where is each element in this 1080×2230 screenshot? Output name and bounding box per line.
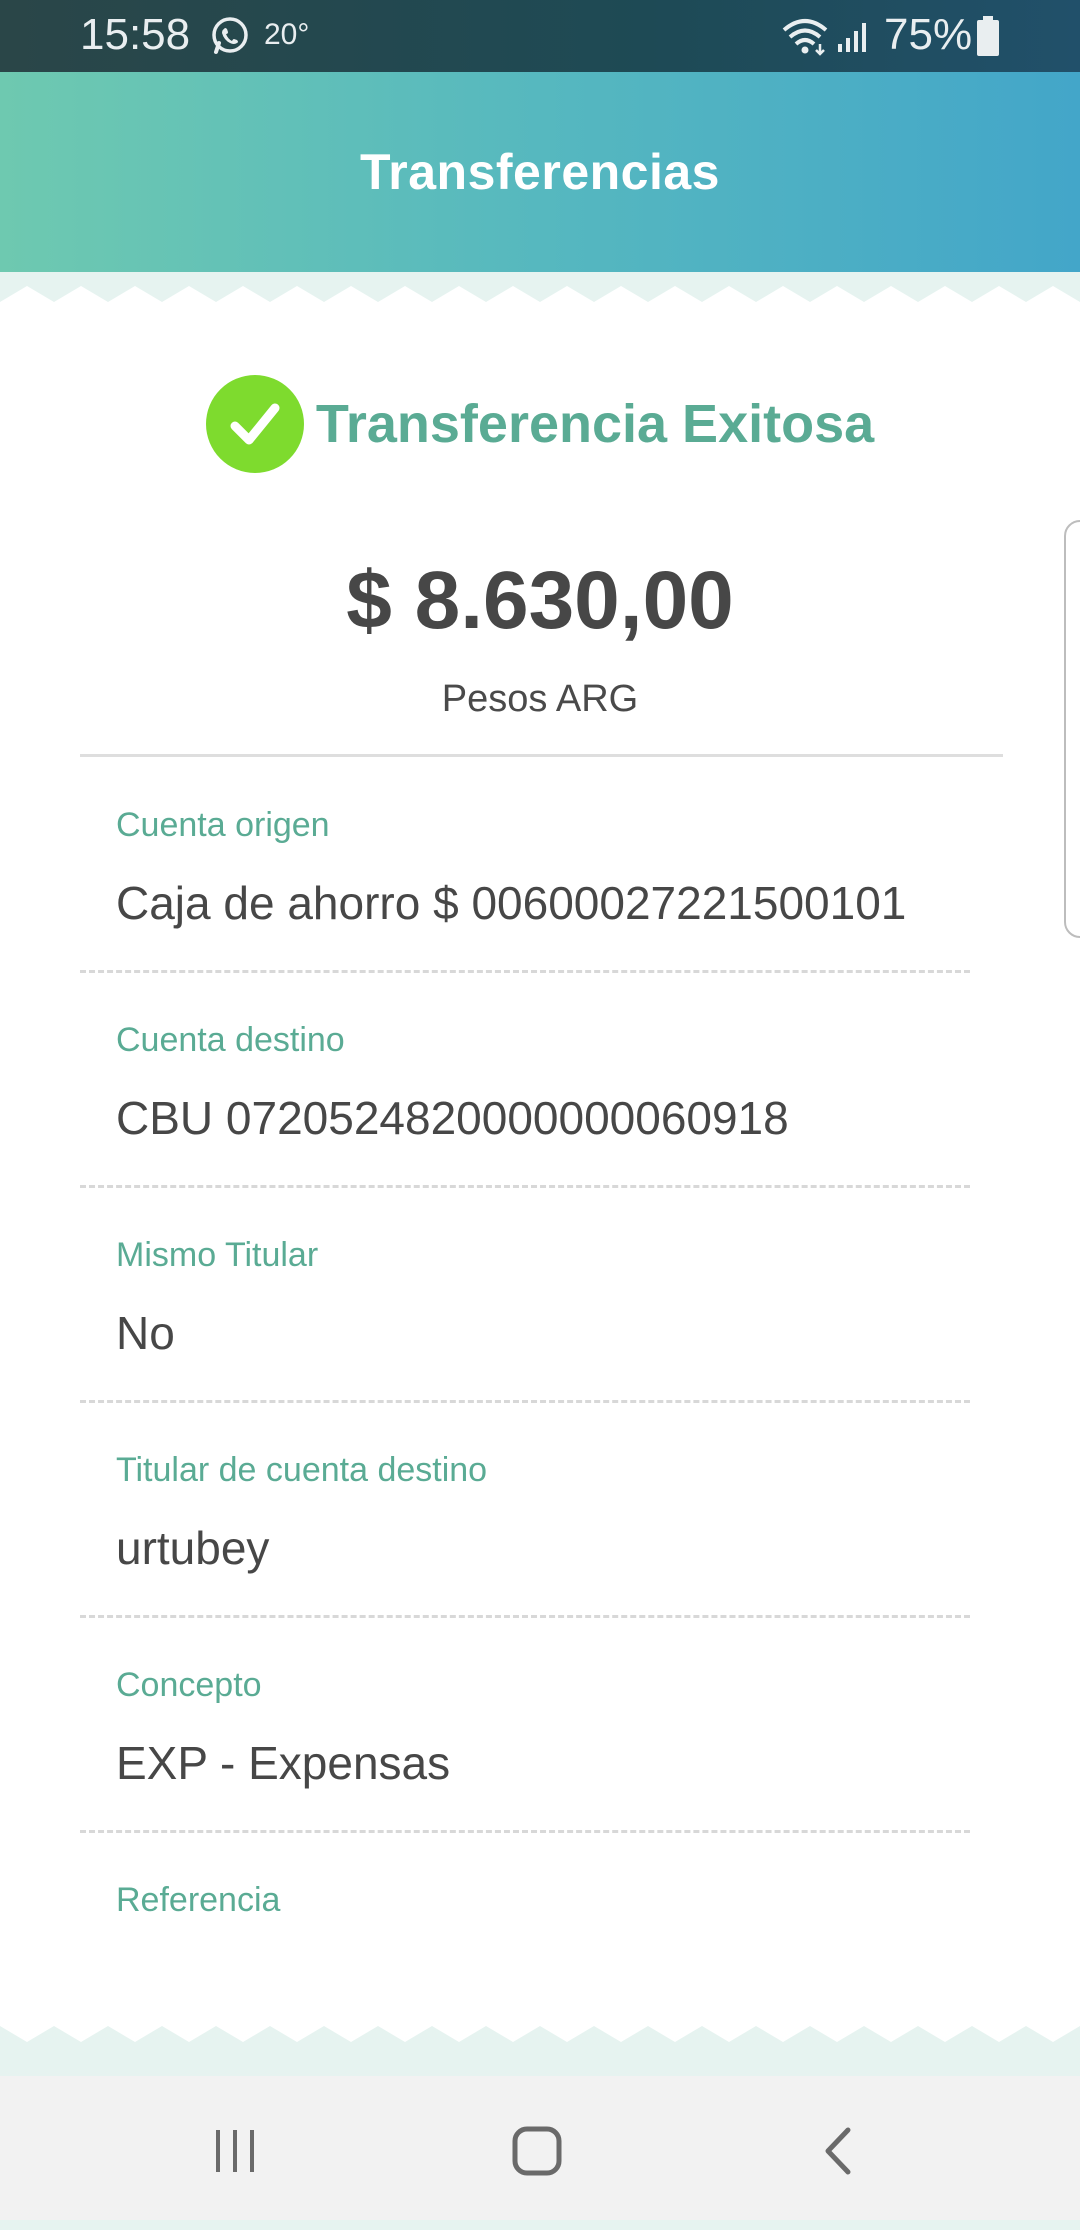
detail-label: Referencia [116,1881,281,1919]
detail-label: Titular de cuenta destino [116,1451,488,1489]
home-icon [512,2126,562,2176]
detail-row-origin-account: Cuenta origen Caja de ahorro $ 006000272… [80,758,970,973]
receipt-top-edge [0,272,1080,324]
detail-row-same-holder: Mismo Titular No [80,1188,970,1403]
detail-label: Concepto [116,1666,262,1704]
transfer-amount: $ 8.630,00 [346,555,734,646]
detail-row-concept: Concepto EXP - Expensas [80,1618,970,1833]
receipt-bottom-edge [0,2004,1080,2056]
back-button[interactable] [804,2116,874,2186]
detail-value: urtubey [116,1522,270,1574]
status-temperature: 20° [264,18,310,51]
app-header: Transferencias [0,72,1080,272]
status-time: 15:58 [80,10,191,59]
detail-value: No [116,1307,175,1359]
back-icon [825,2127,851,2175]
page-title: Transferencias [360,144,720,200]
status-bar: 15:58 20° 75% [0,0,1080,72]
recent-apps-button[interactable] [200,2116,270,2186]
wifi-icon [782,19,828,56]
detail-value: Caja de ahorro $ 00600027221500101 [116,877,907,929]
detail-row-destination-account: Cuenta destino CBU 072052482000000006091… [80,973,970,1188]
transfer-receipt: Transferencia Exitosa $ 8.630,00 Pesos A… [0,322,1080,2048]
detail-label: Cuenta destino [116,1021,345,1059]
check-icon [205,375,304,473]
recent-apps-icon [216,2130,254,2172]
detail-row-destination-holder: Titular de cuenta destino urtubey [80,1403,970,1618]
edge-panel-handle[interactable] [1064,520,1080,938]
transfer-currency: Pesos ARG [441,678,639,720]
detail-label: Mismo Titular [116,1236,319,1274]
home-button[interactable] [502,2116,572,2186]
battery-icon [977,16,999,56]
detail-value: CBU 0720524820000000060918 [116,1092,789,1144]
whatsapp-icon [212,17,248,54]
signal-icon [838,23,866,52]
divider [80,754,1003,757]
detail-label: Cuenta origen [116,806,330,844]
success-message: Transferencia Exitosa [315,394,875,454]
success-banner: Transferencia Exitosa [0,372,1080,476]
navigation-bar [0,2076,1080,2220]
detail-value: EXP - Expensas [116,1737,451,1789]
status-battery-level: 75% [884,10,973,59]
